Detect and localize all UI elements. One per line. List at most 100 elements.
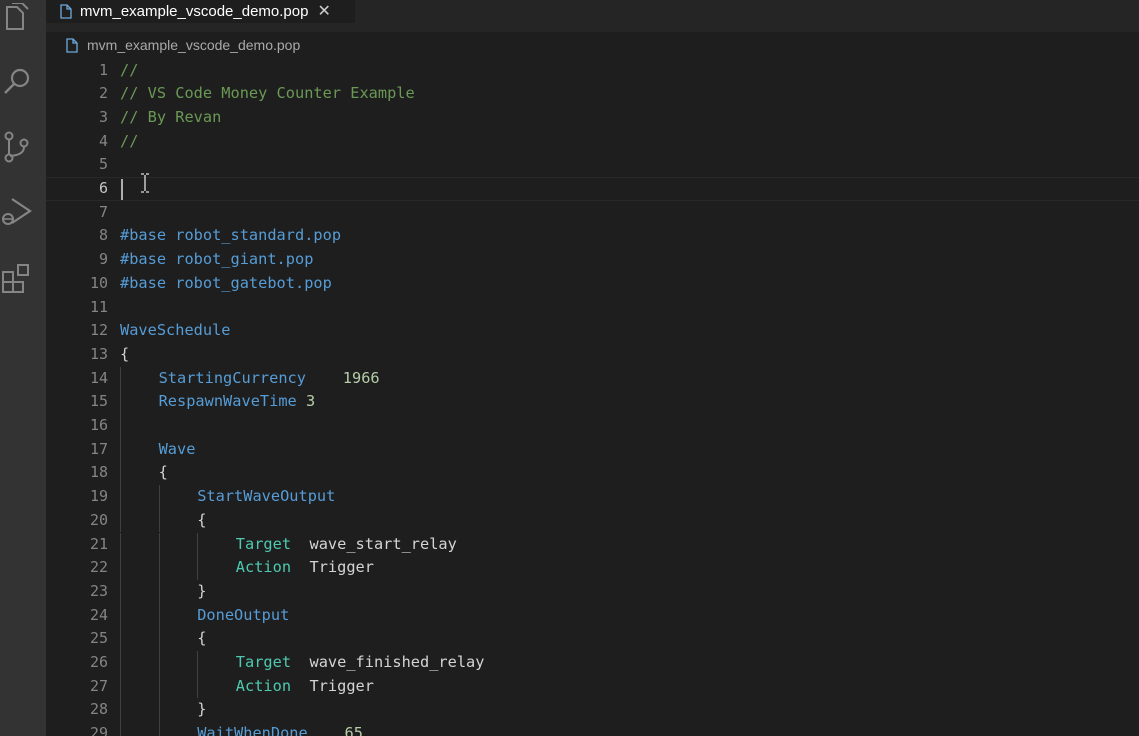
extensions-icon[interactable]: [0, 258, 34, 298]
code-token: #base robot_giant.pop: [120, 250, 314, 269]
code-text: }: [197, 580, 206, 604]
code-line[interactable]: 26 Target wave_finished_relay: [46, 651, 1139, 675]
code-token: }: [197, 700, 207, 719]
indent-guide: [197, 651, 199, 675]
close-icon[interactable]: ✕: [317, 3, 330, 20]
code-line[interactable]: 4 //: [46, 130, 1139, 154]
line-number: 28: [89, 700, 108, 719]
code-line[interactable]: 17 Wave: [46, 438, 1139, 462]
code-token: Target: [235, 534, 292, 553]
code-line[interactable]: 6: [46, 177, 1139, 201]
source-control-icon[interactable]: [0, 127, 34, 167]
code-line[interactable]: 11: [46, 296, 1139, 320]
indent-guide: [120, 532, 121, 557]
indent-guide: [197, 674, 199, 699]
line-number: 19: [89, 487, 108, 506]
code-line[interactable]: 16: [46, 414, 1139, 438]
code-token: Target: [235, 653, 292, 671]
code-line[interactable]: 20 {: [46, 509, 1139, 533]
code-line[interactable]: 3 // By Revan: [46, 106, 1139, 130]
code-line[interactable]: 14 StartingCurrency 1966: [46, 367, 1139, 391]
code-text: #base robot_gatebot.pop: [120, 272, 332, 296]
code-token: {: [197, 510, 207, 529]
breadcrumb-file[interactable]: mvm_example_vscode_demo.pop: [87, 37, 300, 53]
tab-mvm-example[interactable]: mvm_example_vscode_demo.pop ✕: [46, 0, 355, 23]
code-text: {: [159, 461, 168, 485]
code-text: {: [197, 509, 206, 533]
line-number: 22: [89, 558, 108, 577]
code-line[interactable]: 23}: [46, 580, 1139, 604]
code-line[interactable]: 1 //: [46, 59, 1139, 83]
indent-guide: [120, 603, 121, 628]
line-number: 29: [89, 724, 108, 736]
code-line[interactable]: 5: [46, 153, 1139, 177]
code-line[interactable]: 13 {: [46, 343, 1139, 367]
code-line[interactable]: 7: [46, 201, 1139, 225]
indent-guide: [158, 698, 160, 723]
code-line[interactable]: 29 WaitWhenDone 65: [46, 722, 1139, 736]
code-line[interactable]: 8 #base robot_standard.pop: [46, 224, 1139, 248]
indent-guide: [120, 366, 121, 391]
line-number: 18: [89, 463, 108, 482]
indent-guide: [120, 437, 121, 462]
code-line[interactable]: 21 Target wave_start_relay: [46, 533, 1139, 557]
line-number: 27: [89, 676, 108, 695]
breadcrumb: mvm_example_vscode_demo.pop: [46, 34, 1139, 56]
line-number: 15: [89, 392, 108, 411]
explorer-icon[interactable]: [0, 0, 34, 40]
search-icon[interactable]: [0, 62, 34, 102]
code-text: Target wave_finished_relay: [236, 651, 485, 675]
line-number: 24: [89, 605, 108, 624]
code-line[interactable]: 9 #base robot_giant.pop: [46, 248, 1139, 272]
code-token: #base robot_standard.pop: [120, 226, 342, 245]
indent-guide: [158, 579, 160, 604]
activity-bar: [0, 0, 46, 736]
code-line[interactable]: 2 // VS Code Money Counter Example: [46, 82, 1139, 106]
indent-guide: [158, 508, 160, 533]
code-text: }: [197, 698, 206, 722]
code-token: DoneOutput: [197, 605, 290, 624]
line-number: 23: [89, 581, 108, 600]
code-token: {: [158, 463, 168, 482]
code-text: Target wave_start_relay: [236, 533, 457, 557]
code-line[interactable]: 10 #base robot_gatebot.pop: [46, 272, 1139, 296]
line-number: 7: [98, 202, 108, 221]
tab-bar: mvm_example_vscode_demo.pop ✕: [46, 0, 1139, 32]
indent-guide: [120, 390, 121, 414]
code-line[interactable]: 25 {: [46, 627, 1139, 651]
code-token: wave_finished_relay: [309, 653, 485, 671]
code-editor[interactable]: 1 // 2 // VS Code Money Counter Example 3 // …: [46, 58, 1139, 736]
code-text: DoneOutput: [197, 604, 289, 628]
code-line[interactable]: 28}: [46, 698, 1139, 722]
code-text: WaitWhenDone 65: [197, 722, 363, 736]
code-line[interactable]: 22 Action Trigger: [46, 556, 1139, 580]
indent-guide: [120, 508, 121, 533]
code-line[interactable]: 27 Action Trigger: [46, 675, 1139, 699]
code-line[interactable]: 24 DoneOutput: [46, 604, 1139, 628]
code-line[interactable]: 18 {: [46, 461, 1139, 485]
line-number: 13: [89, 344, 108, 363]
code-line[interactable]: 15 RespawnWaveTime 3: [46, 390, 1139, 414]
indent-guide: [158, 651, 160, 675]
indent-guide: [120, 698, 121, 723]
code-token: RespawnWaveTime: [158, 392, 297, 411]
code-text: Wave: [159, 438, 196, 462]
line-number: 20: [89, 510, 108, 529]
code-token: 65: [344, 724, 363, 736]
line-number: 16: [89, 416, 108, 434]
code-token: StartingCurrency: [158, 368, 306, 387]
line-number: 17: [89, 439, 108, 458]
code-token: {: [120, 344, 130, 363]
line-number: 25: [89, 629, 108, 648]
run-debug-icon[interactable]: [0, 192, 34, 232]
code-text: StartingCurrency 1966: [159, 367, 380, 391]
code-line[interactable]: 19 StartWaveOutput: [46, 485, 1139, 509]
line-number: 11: [89, 297, 108, 316]
indent-guide: [120, 579, 121, 604]
code-line[interactable]: 12 WaveSchedule: [46, 319, 1139, 343]
indent-guide: [120, 674, 121, 699]
text-caret: [121, 178, 123, 200]
